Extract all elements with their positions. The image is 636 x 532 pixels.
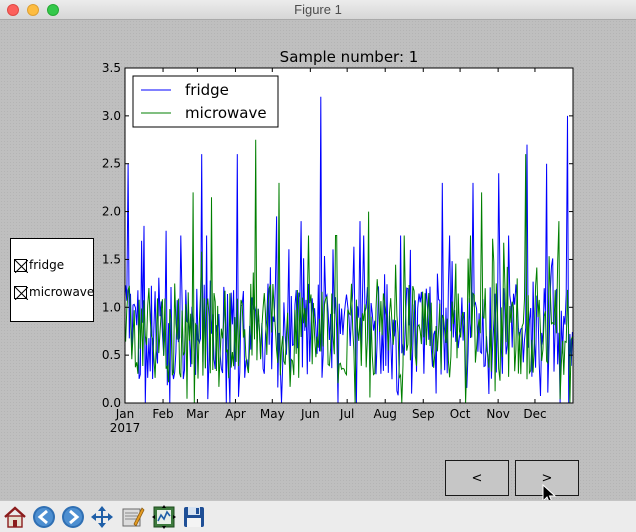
figure-canvas: Sample number: 1 0.0 0.5 1.0 1.5 2.0 2.5 3.0 3.5… — [0, 20, 636, 505]
pan-icon[interactable] — [89, 504, 115, 530]
toggle-microwave-label: microwave — [29, 285, 95, 299]
y-tick-label: 1.0 — [102, 300, 121, 314]
chart-title: Sample number: 1 — [280, 48, 419, 66]
toggle-fridge[interactable]: fridge — [14, 257, 64, 273]
navigation-toolbar — [0, 500, 636, 532]
x-tick-label: Aug — [373, 407, 396, 421]
fridge-checkbox-icon[interactable] — [14, 258, 28, 273]
y-tick-label: 2.5 — [102, 157, 121, 171]
x-tick-label: Sep — [412, 407, 435, 421]
subplots-icon[interactable] — [151, 504, 177, 530]
x-tick-label: Dec — [523, 407, 546, 421]
y-tick-label: 3.5 — [102, 61, 121, 75]
back-arrow-icon[interactable] — [31, 504, 57, 530]
x-tick-label: Jun — [300, 407, 320, 421]
x-tick-label: Nov — [486, 407, 509, 421]
x-tick-label: Feb — [152, 407, 173, 421]
save-icon[interactable] — [181, 504, 207, 530]
title-bar: Figure 1 — [0, 0, 636, 20]
x-year-label: 2017 — [110, 421, 141, 435]
forward-arrow-icon[interactable] — [60, 504, 86, 530]
zoom-icon[interactable] — [120, 504, 146, 530]
legend-label-fridge: fridge — [185, 81, 229, 99]
y-tick-label: 2.0 — [102, 205, 121, 219]
x-tick-label: Mar — [186, 407, 209, 421]
x-tick-label: Jul — [339, 407, 354, 421]
microwave-checkbox-icon[interactable] — [14, 285, 28, 300]
y-tick-label: 1.5 — [102, 252, 121, 266]
previous-sample-button[interactable]: < — [445, 460, 509, 496]
toggle-fridge-label: fridge — [29, 258, 65, 272]
y-tick-label: 0.5 — [102, 348, 121, 362]
toggle-microwave[interactable]: microwave — [14, 284, 94, 300]
x-tick-label: May — [260, 407, 285, 421]
legend-label-microwave: microwave — [185, 104, 267, 122]
chart: Sample number: 10.00.51.01.52.02.53.03.5… — [102, 48, 574, 435]
series-toggle-panel: fridge microwave — [10, 238, 94, 322]
y-tick-label: 3.0 — [102, 109, 121, 123]
x-tick-label: Oct — [450, 407, 471, 421]
x-tick-label: Jan — [115, 407, 135, 421]
window-title: Figure 1 — [294, 2, 342, 17]
home-icon[interactable] — [2, 504, 28, 530]
x-tick-label: Apr — [225, 407, 246, 421]
